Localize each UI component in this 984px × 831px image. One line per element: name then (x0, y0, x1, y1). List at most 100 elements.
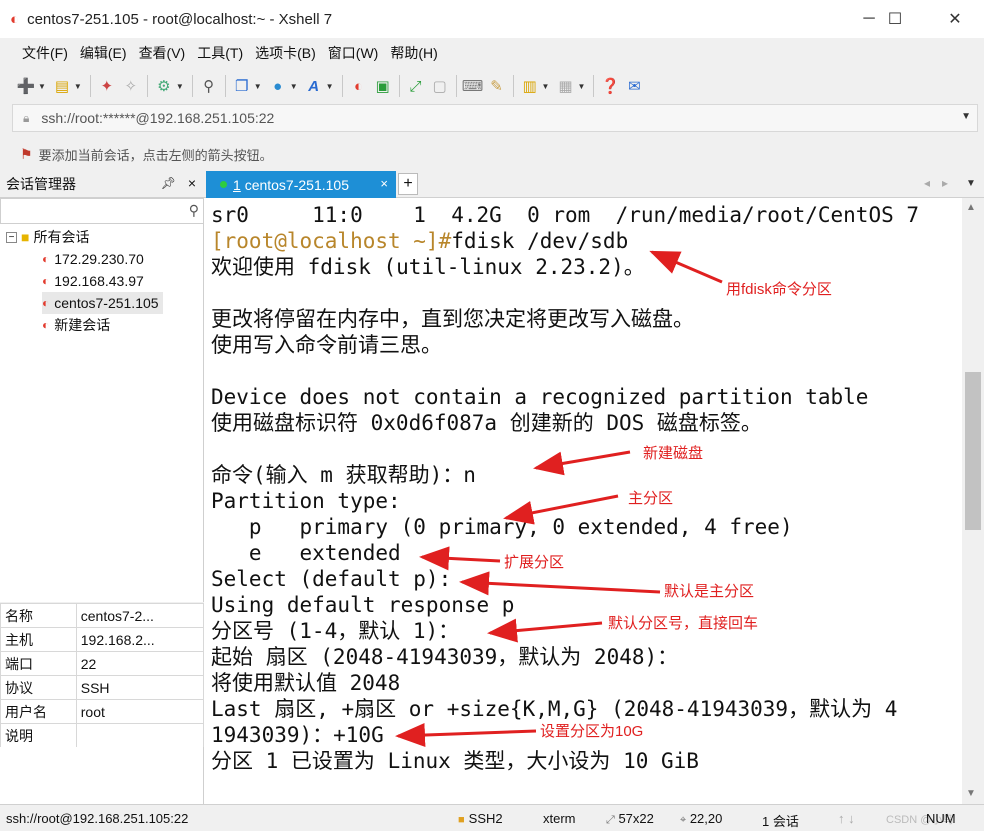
pin-icon[interactable]: 📌︎ (161, 176, 176, 190)
toolbar-divider (191, 75, 193, 97)
property-value: centos7-2... (75, 603, 205, 628)
session-icon: ◐ (42, 274, 50, 288)
xshell-icon[interactable]: ◐ (348, 75, 370, 97)
fullscreen-icon[interactable]: ⤢ (405, 75, 427, 97)
chevron-down-icon[interactable]: ▼ (176, 82, 184, 91)
menu-view[interactable]: 查看(V) (133, 43, 192, 63)
status-size: ⤢ 57x22 (606, 811, 654, 827)
terminal-command: fdisk /dev/sdb (451, 229, 629, 253)
property-row: 协议 SSH (0, 675, 205, 700)
session-manager-header: 会话管理器 📌︎ × (0, 171, 204, 198)
chevron-down-icon[interactable]: ▼ (254, 82, 262, 91)
menu-tools[interactable]: 工具(T) (191, 43, 249, 63)
maximize-button[interactable]: ☐ (872, 0, 918, 38)
collapse-icon[interactable]: − (6, 231, 17, 243)
property-row: 端口 22 (0, 651, 205, 676)
search-icon[interactable]: ⚲ (189, 202, 199, 219)
terminal-scrollbar[interactable]: ▲ ▼ (962, 198, 984, 804)
terminal-line: 使用写入命令前请三思。 (211, 333, 442, 357)
find-icon[interactable]: ⚲ (198, 75, 220, 97)
session-item-selected[interactable]: ◐ centos7-251.105 (42, 292, 163, 314)
copy-icon[interactable]: ❐ (231, 75, 253, 97)
tab-session[interactable]: 1 centos7-251.105 × (206, 171, 396, 198)
window-title: centos7-251.105 - root@localhost:~ - Xsh… (27, 10, 333, 28)
property-row: 名称 centos7-2... (0, 603, 205, 628)
terminal-prompt-line: [root@localhost ~]#fdisk /dev/sdb (211, 228, 628, 254)
menu-help[interactable]: 帮助(H) (384, 43, 443, 63)
tab-prev-icon[interactable]: ◂ (924, 176, 930, 190)
help-icon[interactable]: ❓ (599, 75, 621, 97)
chevron-down-icon[interactable]: ▼ (542, 82, 550, 91)
chevron-down-icon[interactable]: ▼ (326, 82, 334, 91)
terminal-output[interactable]: sr0 11:0 1 4.2G 0 rom /run/media/root/Ce… (204, 198, 962, 804)
property-value: 22 (75, 651, 205, 676)
add-tab-button[interactable]: + (398, 173, 418, 195)
font-icon[interactable]: A (303, 75, 325, 97)
chevron-down-icon[interactable]: ▼ (74, 82, 82, 91)
xshell-window: ◐ centos7-251.105 - root@localhost:~ - X… (0, 0, 984, 831)
address-bar[interactable]: 🔒︎ ssh://root:******@192.168.251.105:22 … (12, 104, 978, 132)
session-search-input[interactable]: ⚲ (0, 198, 204, 224)
menu-tabs[interactable]: 选项卡(B) (249, 43, 322, 63)
terminal-line: 更改将停留在内存中，直到您决定将更改写入磁盘。 (211, 307, 694, 331)
session-manager-title: 会话管理器 (6, 176, 76, 192)
property-key: 端口 (0, 651, 77, 676)
property-value: root (75, 699, 205, 724)
tree-root[interactable]: − ■ 所有会话 (6, 226, 89, 248)
terminal-line: 将使用默认值 2048 (211, 671, 401, 695)
resize-icon: ⤢ (606, 814, 615, 826)
chevron-down-icon[interactable]: ▼ (961, 111, 971, 122)
globe-icon[interactable]: ● (267, 75, 289, 97)
lock-icon[interactable]: ▢ (429, 75, 451, 97)
keyboard-icon[interactable]: ⌨ (462, 75, 484, 97)
open-folder-icon[interactable]: ▤ (51, 75, 73, 97)
annotation-label: 扩展分区 (504, 554, 565, 571)
xftp-icon[interactable]: ▣ (372, 75, 394, 97)
close-icon[interactable]: × (188, 175, 196, 191)
add-folder-icon[interactable]: ▥ (519, 75, 541, 97)
chat-icon[interactable]: ✉ (623, 75, 645, 97)
property-key: 主机 (0, 627, 77, 652)
property-row: 主机 192.168.2... (0, 627, 205, 652)
status-bar: ssh://root@192.168.251.105:22 ■ SSH2 xter… (0, 804, 984, 831)
chevron-down-icon[interactable]: ▼ (38, 82, 46, 91)
compose-icon[interactable]: ✎ (486, 75, 508, 97)
toolbar-divider (398, 75, 400, 97)
scroll-arrows-icon[interactable]: ↑ ↓ (838, 811, 855, 826)
tab-next-icon[interactable]: ▸ (942, 176, 948, 190)
disconnect-icon[interactable]: ✧ (120, 75, 142, 97)
terminal-line: Partition type: (211, 489, 401, 513)
bookmark-arrow-icon[interactable]: ⚑ (20, 146, 33, 163)
terminal-line: 1943039)：+10G (211, 723, 384, 747)
session-label: 新建会话 (54, 317, 111, 333)
chevron-down-icon[interactable]: ▼ (577, 82, 585, 91)
terminal-line: 分区号 (1-4，默认 1)： (211, 619, 460, 643)
scroll-up-icon[interactable]: ▲ (966, 202, 976, 213)
new-session-icon[interactable]: ➕ (15, 75, 37, 97)
connect-icon[interactable]: ✦ (96, 75, 118, 97)
annotation-label: 新建磁盘 (643, 445, 704, 462)
session-item[interactable]: ◐ 新建会话 (42, 314, 110, 336)
tab-list-icon[interactable]: ▼ (966, 178, 976, 189)
cursor-icon: ⌖ (680, 814, 687, 826)
toolbar-divider (455, 75, 457, 97)
xshell-logo-icon: ◐ (10, 10, 20, 28)
menu-edit[interactable]: 编辑(E) (74, 43, 133, 63)
terminal-line: e extended (211, 541, 401, 565)
status-cursor: ⌖ 22,20 (680, 811, 722, 827)
scroll-down-icon[interactable]: ▼ (966, 788, 976, 799)
close-window-button[interactable]: ✕ (932, 0, 978, 38)
address-field[interactable]: ssh://root:******@192.168.251.105:22 (41, 110, 274, 126)
menu-file[interactable]: 文件(F) (16, 43, 74, 63)
toolbar-divider (89, 75, 91, 97)
toolbar-divider (146, 75, 148, 97)
scroll-thumb[interactable] (965, 372, 981, 530)
close-tab-icon[interactable]: × (380, 176, 388, 191)
menu-window[interactable]: 窗口(W) (322, 43, 385, 63)
prompt: [root@localhost ~]# (211, 229, 452, 253)
properties-icon[interactable]: ⚙ (153, 75, 175, 97)
session-item[interactable]: ◐ 192.168.43.97 (42, 270, 144, 292)
chevron-down-icon[interactable]: ▼ (290, 82, 298, 91)
session-item[interactable]: ◐ 172.29.230.70 (42, 248, 144, 270)
layout-icon[interactable]: ▦ (554, 75, 576, 97)
